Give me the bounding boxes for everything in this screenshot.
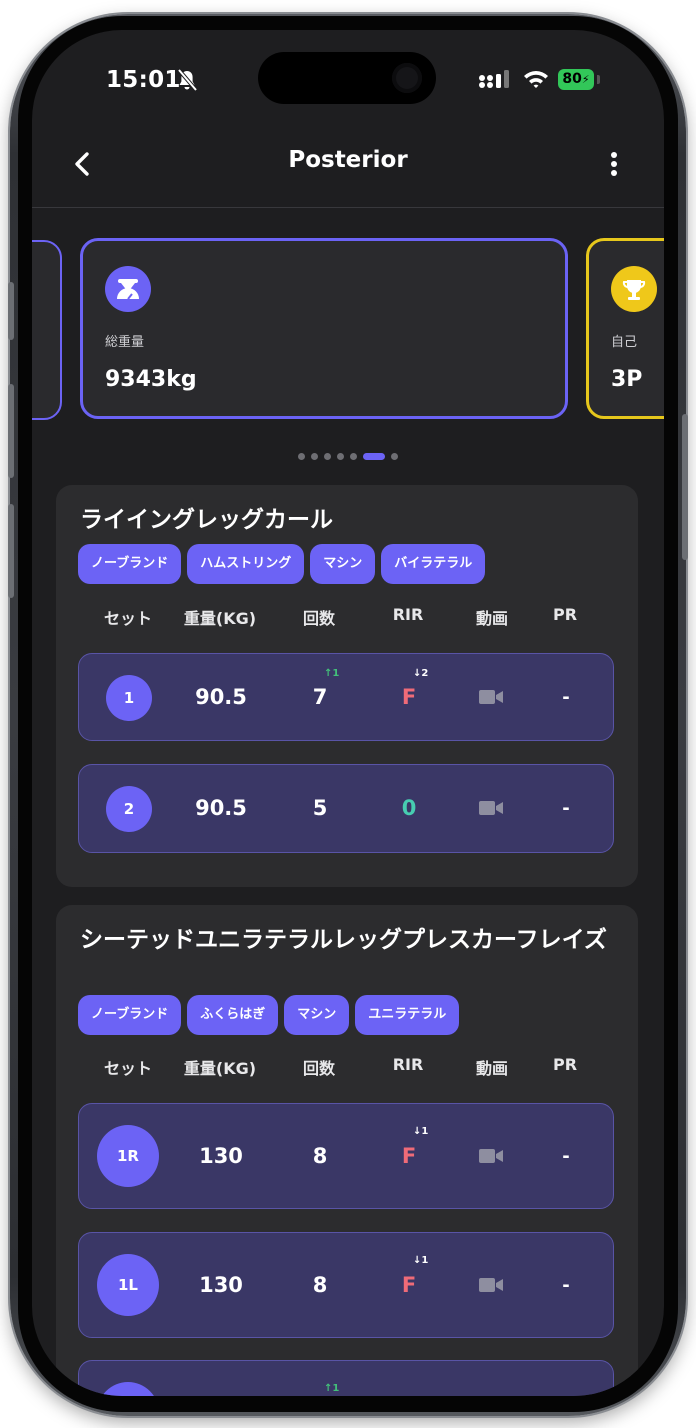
- reps-delta: ↑1: [324, 1383, 340, 1394]
- rir-delta: ↓1: [413, 1126, 429, 1137]
- rir-value[interactable]: F: [363, 1144, 455, 1168]
- card-label: 自己: [611, 335, 638, 350]
- col-header-set: セット: [103, 609, 152, 628]
- wifi-icon: [524, 71, 548, 88]
- card-value: 3P: [611, 367, 643, 392]
- charging-bolt-icon: ⚡: [581, 73, 590, 86]
- rir-value[interactable]: 0: [363, 796, 455, 820]
- carousel-page-indicator[interactable]: [32, 446, 664, 460]
- set-row[interactable]: 1R 130 8 ↓1 F -: [78, 1103, 614, 1209]
- cellular-signal-icon: [479, 70, 509, 88]
- reps-value[interactable]: 5: [275, 796, 365, 820]
- carousel-dot[interactable]: [324, 453, 331, 460]
- set-table-header: セット 重量(KG) 回数 RIR 動画 PR: [56, 605, 638, 628]
- bell-muted-icon: [177, 68, 198, 92]
- weight-value[interactable]: 130: [174, 1273, 268, 1297]
- video-camera-icon[interactable]: [479, 1277, 503, 1293]
- carousel-dot[interactable]: [298, 453, 305, 460]
- volume-down-button: [8, 504, 14, 598]
- battery-nub: [597, 75, 600, 84]
- set-row[interactable]: 1 90.5 ↑1 7 ↓2 F -: [78, 653, 614, 741]
- exercise-name: シーテッドユニラテラルレッグプレスカーフレイズ: [80, 927, 607, 953]
- video-camera-icon[interactable]: [479, 1148, 503, 1164]
- page-title: Posterior: [288, 147, 408, 173]
- weight-scale-icon: [105, 266, 151, 312]
- weight-value[interactable]: 130: [174, 1144, 268, 1168]
- exercise-tags: ノーブランド ハムストリング マシン バイラテラル: [78, 544, 491, 584]
- pr-value: -: [562, 687, 570, 708]
- weight-value[interactable]: 90.5: [174, 796, 268, 820]
- rir-value[interactable]: F: [363, 1273, 455, 1297]
- video-camera-icon[interactable]: [479, 689, 503, 705]
- rir-delta: ↓2: [413, 668, 429, 679]
- col-header-reps: 回数: [302, 1059, 335, 1078]
- exercise-name: ライイングレッグカール: [80, 507, 333, 533]
- col-header-set: セット: [103, 1059, 152, 1078]
- camera-icon: [392, 63, 422, 93]
- carousel-dot[interactable]: [350, 453, 357, 460]
- more-options-button[interactable]: [604, 148, 624, 180]
- reps-value[interactable]: 8: [275, 1273, 365, 1297]
- video-camera-icon[interactable]: [479, 800, 503, 816]
- tag: ふくらはぎ: [187, 995, 279, 1035]
- exercise-tags: ノーブランド ふくらはぎ マシン ユニラテラル: [78, 995, 465, 1035]
- tag: バイラテラル: [381, 544, 486, 584]
- rir-value[interactable]: F: [363, 685, 455, 709]
- weight-value[interactable]: 90.5: [174, 685, 268, 709]
- tag: マシン: [284, 995, 350, 1035]
- carousel-dot[interactable]: [391, 453, 398, 460]
- set-number-badge[interactable]: [97, 1382, 159, 1396]
- col-header-weight: 重量(KG): [183, 1059, 257, 1078]
- summary-card-personal-record[interactable]: 自己 3P: [586, 238, 664, 419]
- dynamic-island: [258, 52, 436, 104]
- set-number-badge[interactable]: 2: [106, 786, 152, 832]
- col-header-rir: RIR: [392, 1055, 424, 1074]
- tag: ノーブランド: [78, 544, 182, 584]
- carousel-dot[interactable]: [337, 453, 344, 460]
- rir-delta: ↓1: [413, 1255, 429, 1266]
- trophy-icon: [611, 266, 657, 312]
- app-screen: 15:01 80⚡ Posterior 総重量 9343kg 自己 3P ライイ…: [32, 30, 664, 1396]
- volume-up-button: [8, 384, 14, 478]
- header-divider: [32, 207, 664, 208]
- col-header-weight: 重量(KG): [183, 609, 257, 628]
- reps-delta: ↑1: [324, 668, 340, 679]
- tag: ユニラテラル: [355, 995, 460, 1035]
- set-table-header: セット 重量(KG) 回数 RIR 動画 PR: [56, 1055, 638, 1078]
- battery-level: 80: [562, 71, 582, 87]
- exercise-panel: シーテッドユニラテラルレッグプレスカーフレイズ ノーブランド ふくらはぎ マシン ユニ…: [56, 905, 638, 1396]
- set-number-badge[interactable]: 1R: [97, 1125, 159, 1187]
- col-header-pr: PR: [552, 605, 578, 624]
- col-header-rir: RIR: [392, 605, 424, 624]
- carousel-dot[interactable]: [311, 453, 318, 460]
- set-row[interactable]: 2 90.5 5 0 -: [78, 764, 614, 853]
- tag: ノーブランド: [78, 995, 182, 1035]
- exercise-panel: ライイングレッグカール ノーブランド ハムストリング マシン バイラテラル セット 重…: [56, 485, 638, 887]
- tag: ハムストリング: [187, 544, 305, 584]
- card-label: 総重量: [105, 335, 145, 350]
- card-value: 9343kg: [105, 367, 197, 392]
- reps-value[interactable]: 8: [275, 1144, 365, 1168]
- col-header-reps: 回数: [302, 609, 335, 628]
- status-time: 15:01: [106, 67, 181, 93]
- summary-card-total-weight[interactable]: 総重量 9343kg: [80, 238, 568, 419]
- power-button: [682, 414, 688, 560]
- reps-value[interactable]: 7: [275, 685, 365, 709]
- summary-card-previous[interactable]: [32, 240, 62, 420]
- battery-indicator: 80⚡: [558, 69, 594, 90]
- carousel-dot[interactable]: [363, 453, 385, 460]
- action-button: [8, 282, 14, 340]
- col-header-pr: PR: [552, 1055, 578, 1074]
- pr-value: -: [562, 1275, 570, 1296]
- set-row[interactable]: 1L 130 8 ↓1 F -: [78, 1232, 614, 1338]
- set-row[interactable]: ↑1: [78, 1360, 614, 1396]
- set-number-badge[interactable]: 1L: [97, 1254, 159, 1316]
- pr-value: -: [562, 1146, 570, 1167]
- set-number-badge[interactable]: 1: [106, 675, 152, 721]
- pr-value: -: [562, 798, 570, 819]
- tag: マシン: [310, 544, 376, 584]
